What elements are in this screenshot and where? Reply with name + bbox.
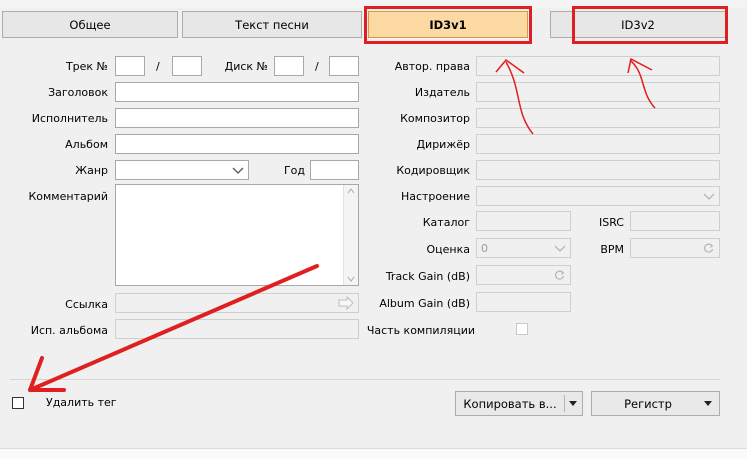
link-label: Ссылка [65, 298, 108, 311]
status-strip [0, 448, 747, 459]
track-gain-input[interactable] [476, 265, 571, 285]
composer-input[interactable] [476, 108, 720, 128]
copy-to-label: Копировать в... [463, 396, 557, 411]
tab-id3v1[interactable]: ID3v1 [368, 11, 528, 38]
publisher-label: Издатель [414, 86, 470, 99]
album-gain-label: Album Gain (dB) [379, 297, 470, 310]
copyright-label: Автор. права [394, 60, 470, 73]
tab-general[interactable]: Общее [2, 11, 178, 38]
isrc-input[interactable] [630, 211, 720, 231]
disc-label: Диск № [224, 60, 268, 73]
bpm-input[interactable] [630, 238, 720, 258]
bpm-label: BPM [600, 243, 624, 256]
delete-tag-checkbox[interactable] [12, 397, 24, 409]
chevron-down-icon [554, 245, 566, 252]
scroll-down-icon [347, 276, 355, 282]
encoder-input[interactable] [476, 160, 720, 180]
disc-number-input[interactable] [274, 56, 304, 76]
slash: / [315, 60, 319, 73]
refresh-icon[interactable] [554, 270, 565, 281]
artist-label: Исполнитель [31, 112, 108, 125]
mood-label: Настроение [400, 190, 470, 203]
tab-label: ID3v2 [621, 17, 655, 32]
copy-to-button[interactable]: Копировать в... [455, 391, 583, 416]
isrc-label: ISRC [598, 216, 624, 229]
comment-textarea[interactable] [115, 184, 359, 286]
genre-label: Жанр [75, 164, 108, 177]
year-input[interactable] [310, 160, 359, 180]
rating-value: 0 [481, 242, 488, 255]
rating-combobox[interactable]: 0 [476, 238, 571, 258]
title-input[interactable] [115, 82, 359, 102]
refresh-icon[interactable] [703, 243, 714, 254]
composer-label: Композитор [400, 112, 470, 125]
track-label: Трек № [65, 60, 108, 73]
caret-down-icon[interactable] [569, 401, 577, 406]
catalog-label: Каталог [422, 216, 470, 229]
album-artist-label: Исп. альбома [30, 324, 108, 337]
catalog-input[interactable] [476, 211, 571, 231]
chevron-down-icon [232, 167, 244, 174]
slash: / [156, 60, 160, 73]
album-input[interactable] [115, 134, 359, 154]
compilation-label: Часть компиляции [366, 324, 475, 337]
album-gain-input[interactable] [476, 292, 571, 312]
comment-scrollbar[interactable] [343, 185, 358, 285]
comment-label: Комментарий [28, 190, 108, 203]
tab-label: Общее [69, 17, 111, 32]
conductor-input[interactable] [476, 134, 720, 154]
tab-id3v2[interactable]: ID3v2 [550, 11, 726, 38]
tab-lyrics[interactable]: Текст песни [182, 11, 362, 38]
artist-input[interactable] [115, 108, 359, 128]
copyright-input[interactable] [476, 56, 720, 76]
case-button[interactable]: Регистр [591, 391, 720, 416]
compilation-checkbox[interactable] [516, 323, 528, 335]
chevron-down-icon [703, 193, 715, 200]
delete-tag-label: Удалить тег [46, 396, 117, 409]
track-total-input[interactable] [172, 56, 202, 76]
footer-divider [10, 379, 720, 380]
genre-combobox[interactable] [115, 160, 249, 180]
track-gain-label: Track Gain (dB) [385, 270, 470, 283]
year-label: Год [283, 164, 305, 177]
conductor-label: Дирижёр [416, 138, 470, 151]
mood-combobox[interactable] [476, 186, 720, 206]
tab-label: ID3v1 [429, 17, 467, 32]
disc-total-input[interactable] [329, 56, 359, 76]
publisher-input[interactable] [476, 82, 720, 102]
track-number-input[interactable] [115, 56, 145, 76]
window-title-strip [0, 0, 747, 8]
split-divider [564, 395, 565, 412]
link-input[interactable] [115, 293, 359, 313]
album-label: Альбом [65, 138, 108, 151]
title-label: Заголовок [48, 86, 108, 99]
rating-label: Оценка [426, 243, 471, 256]
case-label: Регистр [624, 396, 672, 411]
encoder-label: Кодировщик [396, 164, 470, 177]
tab-label: Текст песни [235, 17, 309, 32]
album-artist-input[interactable] [115, 319, 359, 339]
caret-down-icon [704, 401, 712, 406]
scroll-up-icon [347, 188, 355, 194]
arrow-right-icon[interactable] [338, 296, 354, 310]
